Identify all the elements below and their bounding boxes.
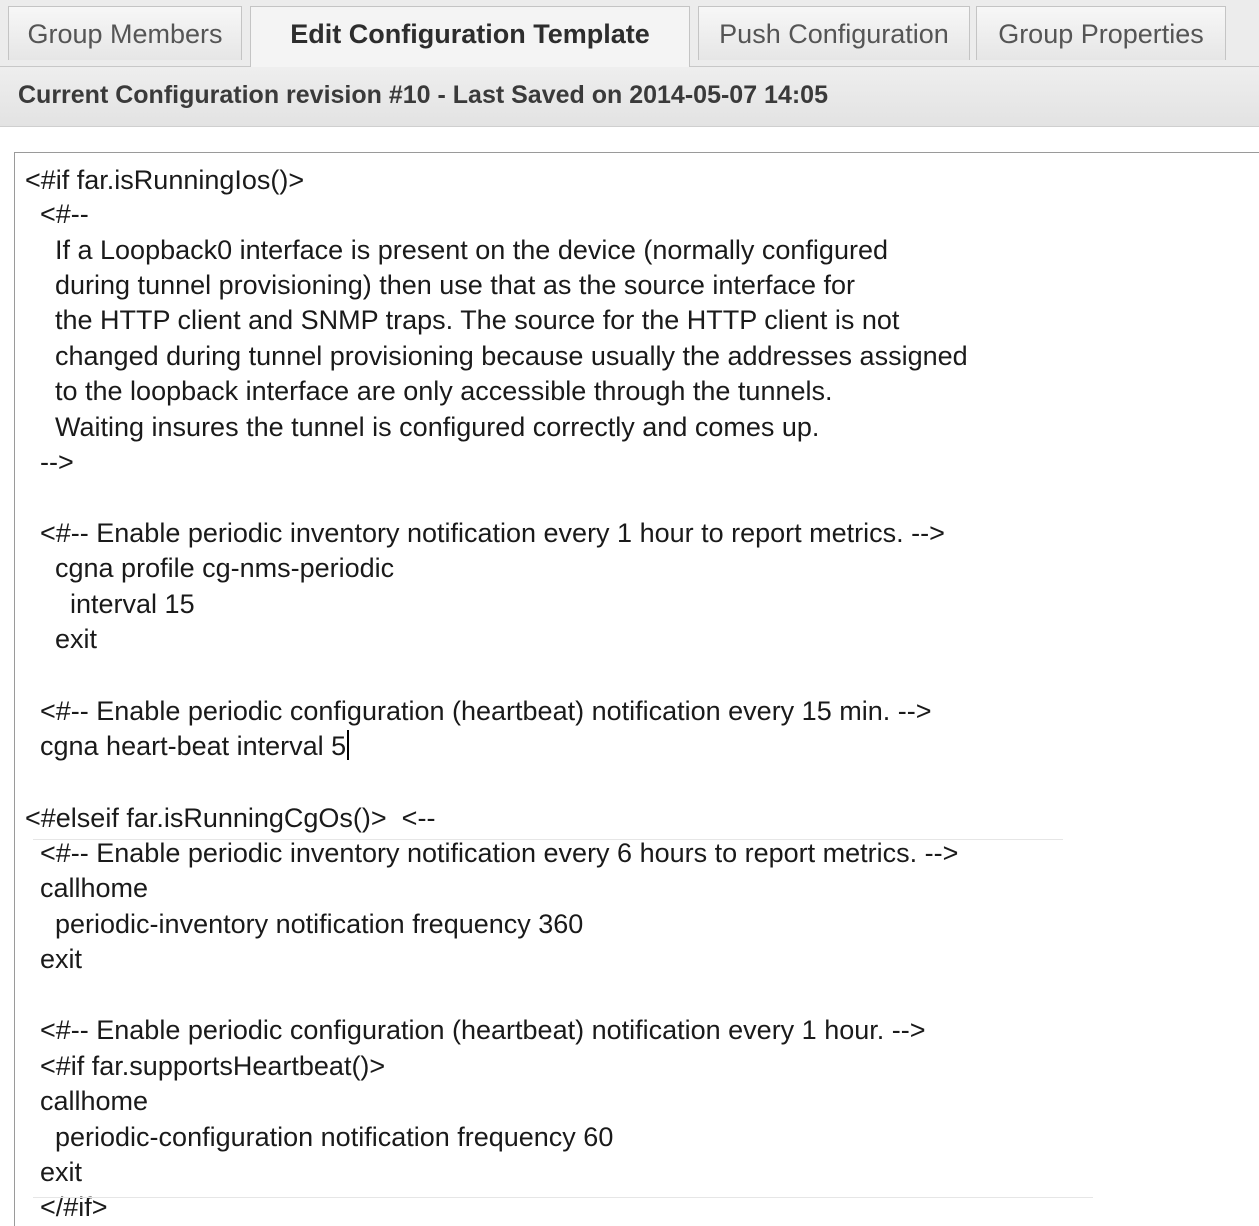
editor-line-guide [33, 839, 1063, 840]
code-line: changed during tunnel provisioning becau… [25, 341, 968, 371]
code-line: <#-- Enable periodic inventory notificat… [25, 838, 959, 868]
code-line: periodic-inventory notification frequenc… [25, 909, 584, 939]
code-line: If a Loopback0 interface is present on t… [25, 235, 888, 265]
code-line: exit [25, 1157, 83, 1187]
code-line: interval 15 [25, 589, 195, 619]
code-line: exit [25, 944, 83, 974]
config-template-editor-window: Group Members Group Properties Push Conf… [0, 0, 1259, 1226]
code-line: cgna profile cg-nms-periodic [25, 553, 395, 583]
code-line: </#if> [25, 1192, 108, 1222]
code-line: <#-- Enable periodic configuration (hear… [25, 1015, 926, 1045]
text-cursor [347, 730, 350, 760]
code-line: the HTTP client and SNMP traps. The sour… [25, 305, 900, 335]
tab-group-members[interactable]: Group Members [8, 6, 242, 60]
revision-status-text: Current Configuration revision #10 - Las… [18, 81, 828, 109]
tab-push-configuration[interactable]: Push Configuration [698, 6, 970, 60]
code-line: <#-- [25, 199, 89, 229]
code-line: periodic-configuration notification freq… [25, 1122, 614, 1152]
code-line: --> [25, 447, 74, 477]
code-line: to the loopback interface are only acces… [25, 376, 833, 406]
code-line: callhome [25, 1086, 149, 1116]
code-line: <#-- Enable periodic configuration (hear… [25, 696, 932, 726]
code-line: Waiting insures the tunnel is configured… [25, 412, 820, 442]
code-line: callhome [25, 873, 149, 903]
code-line: <#elseif far.isRunningCgOs()> <-- [25, 803, 436, 833]
tab-group-properties[interactable]: Group Properties [976, 6, 1226, 60]
code-line: <#if far.isRunningIos()> [25, 165, 305, 195]
code-line: cgna heart-beat interval 5 [25, 729, 350, 763]
code-line: exit [25, 624, 98, 654]
tab-edit-configuration-template[interactable]: Edit Configuration Template [250, 6, 690, 67]
revision-header-bar: Current Configuration revision #10 - Las… [0, 67, 1259, 127]
code-line: during tunnel provisioning) then use tha… [25, 270, 855, 300]
code-line: <#-- Enable periodic inventory notificat… [25, 518, 945, 548]
code-line: <#if far.supportsHeartbeat()> [25, 1051, 386, 1081]
editor-line-guide [33, 1197, 1093, 1198]
tab-bar: Group Members Group Properties Push Conf… [0, 0, 1259, 67]
template-code-editor[interactable]: <#if far.isRunningIos()> <#-- If a Loopb… [14, 152, 1259, 1226]
